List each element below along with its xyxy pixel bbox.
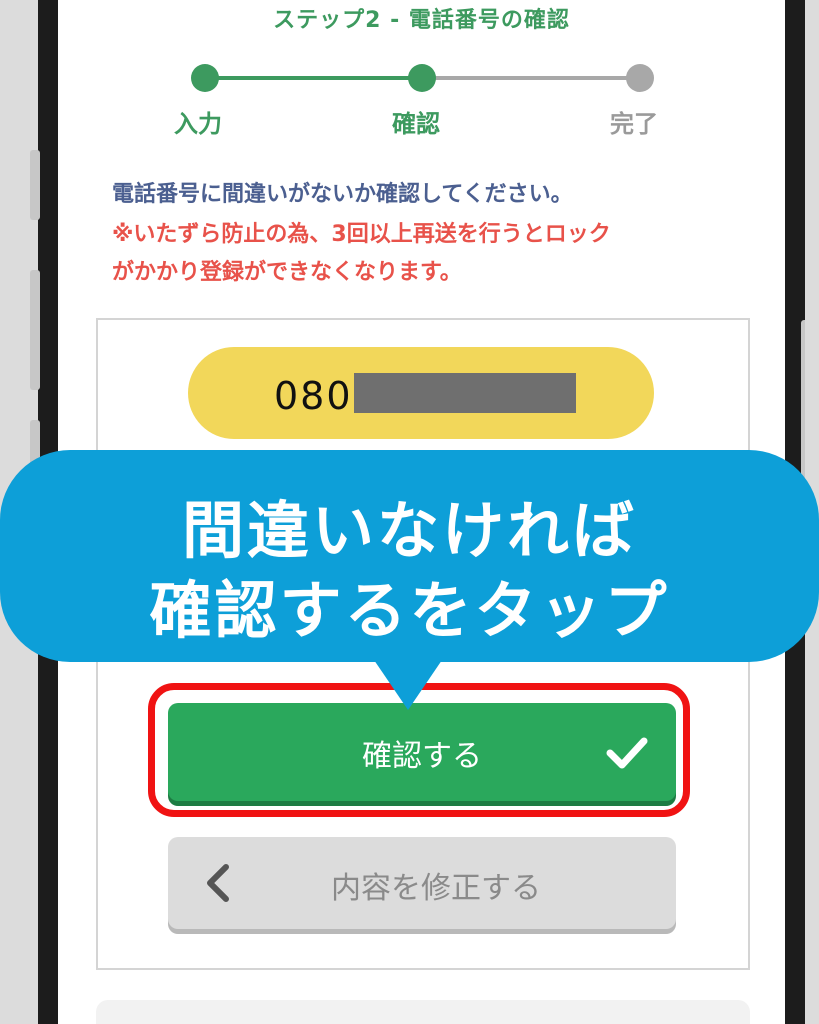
- callout-line2: 確認するをタップ: [149, 574, 670, 647]
- phone-side-button: [30, 270, 40, 390]
- redacted-digits: [354, 373, 576, 413]
- edit-content-button[interactable]: 内容を修正する: [168, 837, 676, 929]
- edit-content-button-label: 内容を修正する: [331, 871, 541, 906]
- phone-number-value: 080: [274, 374, 353, 418]
- instruction-callout: 間違いなければ 確認するをタップ: [0, 450, 819, 662]
- step-title: ステップ2 - 電話番号の確認: [273, 8, 570, 33]
- progress-line-complete: [205, 76, 422, 80]
- next-section-card: [96, 1000, 750, 1024]
- progress-label-confirm: 確認: [392, 110, 440, 138]
- callout-pointer: [374, 660, 442, 710]
- phone-power-button: [801, 320, 809, 480]
- progress-line-pending: [422, 76, 640, 80]
- progress-dot-input: [191, 64, 219, 92]
- warning-text-line1: ※いたずら防止の為、3回以上再送を行うとロック: [112, 222, 611, 247]
- progress-dot-confirm: [408, 64, 436, 92]
- callout-line1: 間違いなければ: [181, 494, 637, 567]
- instruction-text: 電話番号に間違いがないか確認してください。: [112, 182, 573, 207]
- progress-dot-complete: [626, 64, 654, 92]
- progress-label-input: 入力: [174, 110, 222, 138]
- progress-label-complete: 完了: [610, 110, 658, 138]
- warning-text-line2: がかかり登録ができなくなります。: [112, 260, 462, 285]
- phone-side-button: [30, 150, 40, 220]
